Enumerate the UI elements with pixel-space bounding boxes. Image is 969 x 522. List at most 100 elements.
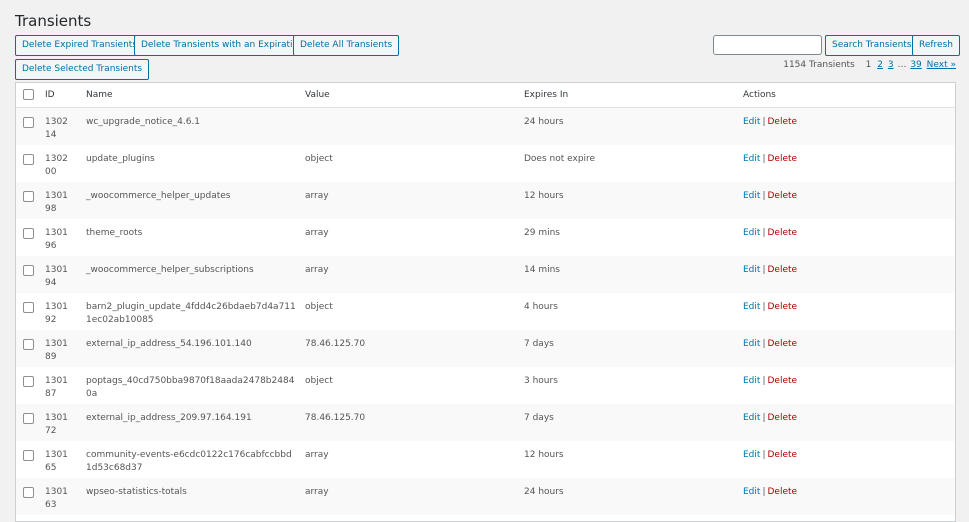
column-header-expires[interactable]: Expires In [524,90,568,100]
edit-link[interactable]: Edit [743,191,760,201]
refresh-button[interactable]: Refresh [912,35,960,56]
table-row: 130192 barn2_plugin_update_4fdd4c26bdaeb7… [16,293,955,330]
transient-name: community-events-e6cdc0122c176cabfccbbd1… [86,450,292,473]
transient-value: 78.46.125.70 [305,339,366,349]
row-actions: Edit | Delete [743,375,797,388]
edit-link[interactable]: Edit [743,487,760,497]
delete-transients-with-expiration-button[interactable]: Delete Transients with an Expiration [134,35,311,56]
transient-name: theme_roots [86,228,143,238]
row-checkbox[interactable] [23,228,34,239]
page-link-2[interactable]: 2 [877,60,883,70]
delete-all-transients-button[interactable]: Delete All Transients [293,35,400,56]
transient-id: 130200 [45,154,68,177]
transient-value: array [305,191,329,201]
row-checkbox[interactable] [23,117,34,128]
delete-link[interactable]: Delete [767,487,797,497]
edit-link[interactable]: Edit [743,450,760,460]
delete-link[interactable]: Delete [767,117,797,127]
row-checkbox[interactable] [23,154,34,165]
delete-link[interactable]: Delete [767,302,797,312]
delete-expired-transients-button[interactable]: Delete Expired Transients [15,35,145,56]
edit-link[interactable]: Edit [743,154,760,164]
delete-link[interactable]: Delete [767,450,797,460]
action-separator: | [762,376,766,386]
row-checkbox[interactable] [23,265,34,276]
page-link-3[interactable]: 3 [888,60,894,70]
delete-link[interactable]: Delete [767,413,797,423]
transient-expires: 12 hours [524,191,564,201]
delete-link[interactable]: Delete [767,228,797,238]
row-checkbox[interactable] [23,339,34,350]
row-checkbox[interactable] [23,487,34,498]
action-separator: | [762,117,766,127]
transient-expires: 3 hours [524,376,558,386]
transient-value: array [305,450,329,460]
column-header-id[interactable]: ID [45,90,55,100]
transient-expires: 4 hours [524,302,558,312]
table-body: 130214 wc_upgrade_notice_4.6.1 24 hours Edi… [16,108,955,515]
delete-link[interactable]: Delete [767,376,797,386]
table-row: 130165 community-events-e6cdc0122c176cabf… [16,441,955,478]
transient-expires: 24 hours [524,117,564,127]
page-title: Transients [15,12,92,30]
delete-link[interactable]: Delete [767,154,797,164]
page-link-last[interactable]: 39 [910,60,921,70]
delete-selected-transients-button[interactable]: Delete Selected Transients [15,59,150,80]
action-separator: | [762,413,766,423]
transient-value: object [305,154,333,164]
transient-name: barn2_plugin_update_4fdd4c26bdaeb7d4a711… [86,302,296,325]
transient-name: update_plugins [86,154,155,164]
transient-name: external_ip_address_209.97.164.191 [86,413,252,423]
edit-link[interactable]: Edit [743,339,760,349]
transient-id: 130172 [45,413,68,436]
row-actions: Edit | Delete [743,301,797,314]
row-actions: Edit | Delete [743,449,797,462]
edit-link[interactable]: Edit [743,117,760,127]
table-row: 130189 external_ip_address_54.196.101.140… [16,330,955,367]
transient-name: external_ip_address_54.196.101.140 [86,339,252,349]
transient-name: poptags_40cd750bba9870f18aada2478b24840a [86,376,295,399]
transient-expires: 29 mins [524,228,560,238]
table-row: 130196 theme_roots array 29 mins Edit | Delete [16,219,955,256]
transient-name: _woocommerce_helper_updates [86,191,231,201]
search-input[interactable] [713,35,822,55]
edit-link[interactable]: Edit [743,228,760,238]
row-actions: Edit | Delete [743,412,797,425]
delete-link[interactable]: Delete [767,191,797,201]
transient-expires: 7 days [524,339,554,349]
transient-id: 130165 [45,450,68,473]
edit-link[interactable]: Edit [743,413,760,423]
row-actions: Edit | Delete [743,486,797,499]
delete-link[interactable]: Delete [767,265,797,275]
pagination: 1154 Transients 1 2 3 … 39 Next » [783,60,957,70]
action-separator: | [762,228,766,238]
edit-link[interactable]: Edit [743,376,760,386]
row-checkbox[interactable] [23,302,34,313]
column-header-actions: Actions [743,90,776,100]
transient-value: array [305,228,329,238]
row-actions: Edit | Delete [743,264,797,277]
select-all-checkbox[interactable] [23,89,34,100]
edit-link[interactable]: Edit [743,302,760,312]
row-checkbox[interactable] [23,450,34,461]
row-checkbox[interactable] [23,191,34,202]
next-page-link[interactable]: Next » [927,60,956,70]
table-row: 130198 _woocommerce_helper_updates array 12… [16,182,955,219]
search-transients-button[interactable]: Search Transients [825,35,919,56]
transient-value: object [305,376,333,386]
edit-link[interactable]: Edit [743,265,760,275]
transient-name: wpseo-statistics-totals [86,487,187,497]
transient-expires: 12 hours [524,450,564,460]
action-separator: | [762,302,766,312]
delete-link[interactable]: Delete [767,339,797,349]
column-header-name[interactable]: Name [86,90,113,100]
row-checkbox[interactable] [23,413,34,424]
table-row: 130187 poptags_40cd750bba9870f18aada2478b… [16,367,955,404]
row-actions: Edit | Delete [743,116,797,129]
row-checkbox[interactable] [23,376,34,387]
action-separator: | [762,339,766,349]
action-separator: | [762,450,766,460]
transient-id: 130163 [45,487,68,510]
row-actions: Edit | Delete [743,153,797,166]
transient-id: 130194 [45,265,68,288]
